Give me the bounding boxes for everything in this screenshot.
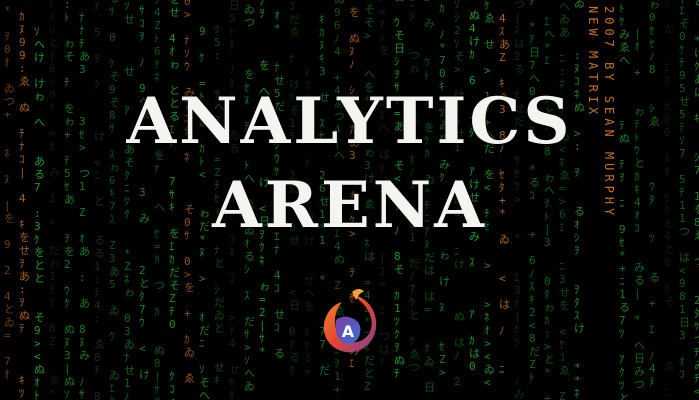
- banner: * ｦ 0 ｵ ゐ つ + ﾈ ﾇ | を 9 2 4 と ゐ = 7 ｵ ｶ …: [0, 0, 699, 400]
- title-line-2: ARENA: [212, 168, 487, 243]
- phoenix-logo-icon: A: [323, 289, 377, 353]
- title-line-1: ANALYTICS: [126, 84, 573, 159]
- logo-letter: A: [342, 322, 355, 341]
